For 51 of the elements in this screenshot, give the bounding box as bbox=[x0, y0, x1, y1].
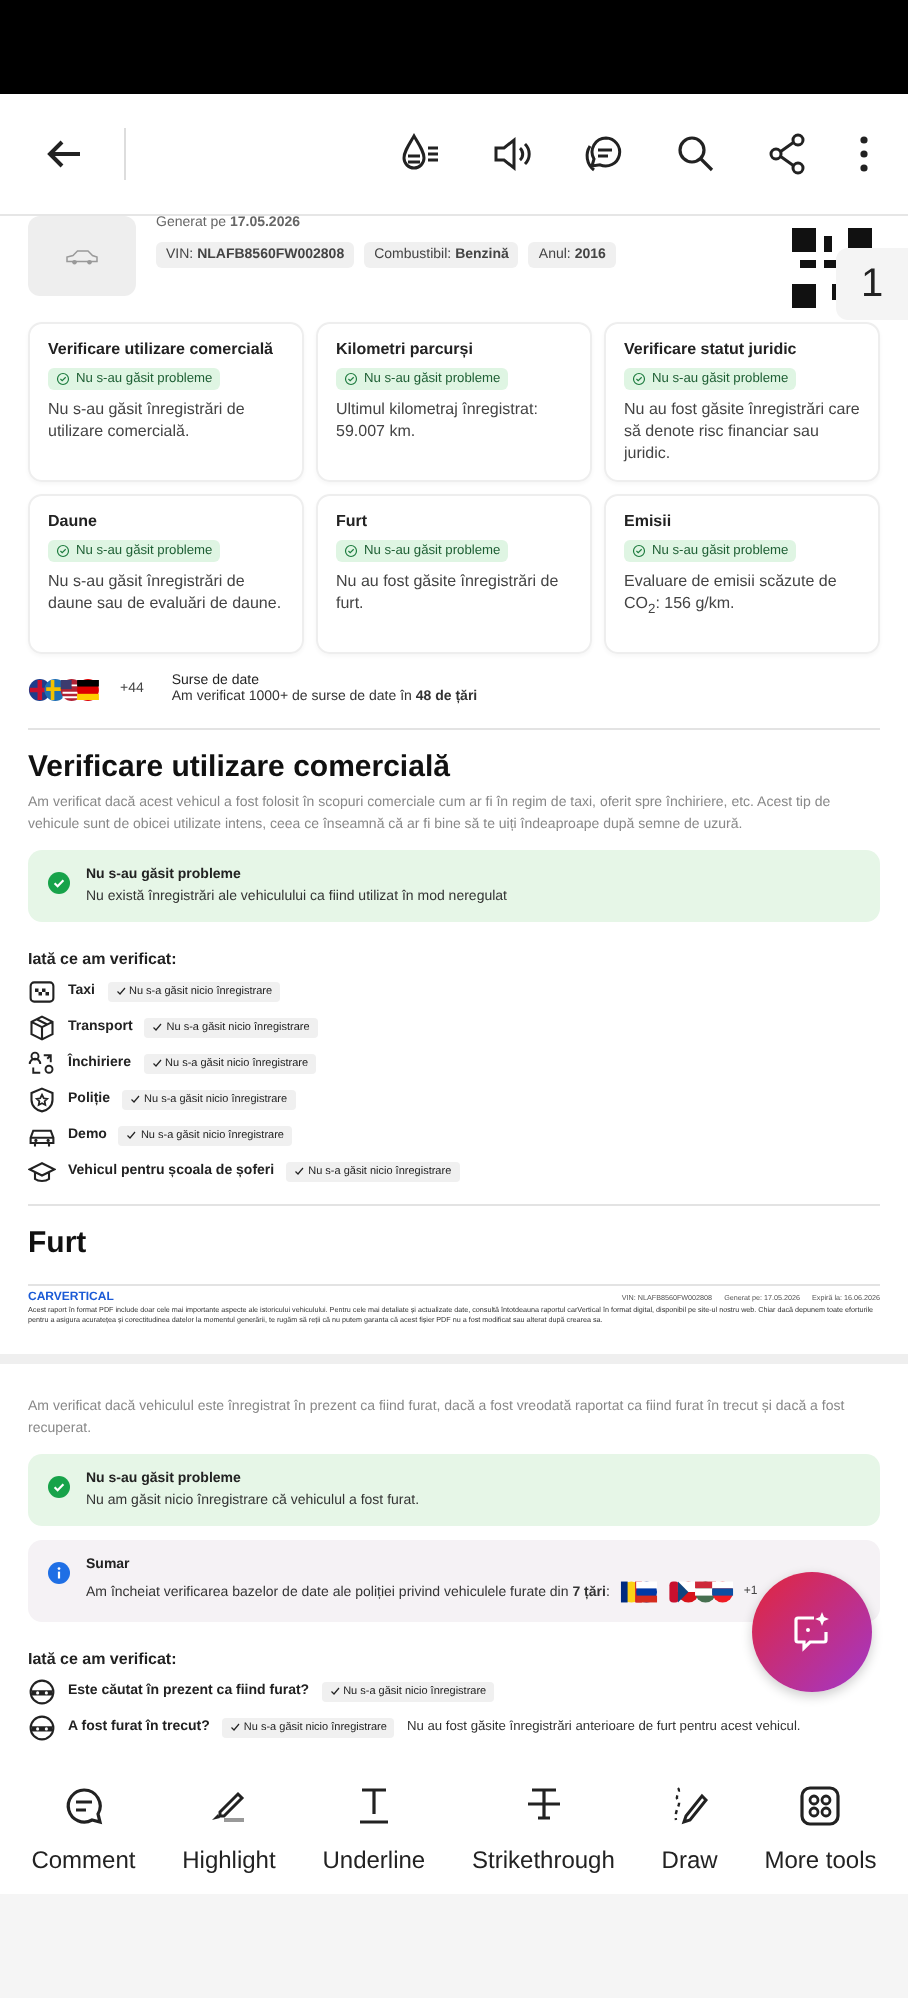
card-title: Verificare statut juridic bbox=[624, 340, 797, 358]
check-icon bbox=[229, 1722, 240, 1733]
check-icon bbox=[329, 1686, 340, 1697]
shield-star-icon bbox=[28, 1085, 56, 1114]
box-icon bbox=[28, 1013, 56, 1042]
taxi-sign-icon bbox=[28, 977, 56, 1006]
car-icon bbox=[64, 247, 100, 265]
card-text: Evaluare de emisii scăzute de CO$_{2}$: 156 g/km. bbox=[624, 572, 839, 620]
masked-face-icon bbox=[28, 1677, 56, 1706]
check-icon bbox=[115, 986, 125, 997]
tool-button[interactable]: Draw bbox=[661, 1781, 718, 1873]
info-icon bbox=[48, 1562, 70, 1585]
check-icon bbox=[130, 1094, 141, 1105]
tool-button[interactable]: Highlight bbox=[182, 1781, 276, 1873]
card-text: Nu s-au găsit înregistrări de utilizare comercială. bbox=[48, 400, 247, 444]
card-title: Daune bbox=[48, 512, 97, 531]
page-number: 1 bbox=[836, 248, 908, 320]
masked-face-icon bbox=[28, 1713, 56, 1742]
check-circle-icon bbox=[344, 372, 358, 386]
check-icon bbox=[151, 1058, 162, 1069]
check-circle-icon bbox=[632, 372, 646, 386]
more-icon[interactable] bbox=[856, 130, 872, 178]
check-circle-icon bbox=[48, 1476, 70, 1499]
graduation-cap-icon bbox=[28, 1157, 56, 1186]
card-text: Nu au fost găsite înregistrări de furt. bbox=[336, 572, 561, 616]
section-title: Furt bbox=[28, 1226, 89, 1261]
check-circle-icon bbox=[56, 372, 70, 386]
tool-button[interactable]: Comment bbox=[31, 1781, 136, 1873]
card-title: Verificare utilizare comercială bbox=[48, 340, 274, 358]
check-circle-icon bbox=[632, 544, 646, 559]
checked-heading: Iată ce am verificat: bbox=[28, 1650, 179, 1669]
grid-icon bbox=[796, 1781, 845, 1829]
card-title: Furt bbox=[336, 512, 368, 531]
flags-drawing bbox=[619, 1580, 734, 1605]
check-circle-icon bbox=[48, 872, 70, 895]
tool-button[interactable]: Strikethrough bbox=[472, 1781, 615, 1873]
check-icon bbox=[294, 1166, 305, 1177]
swap-people-icon bbox=[28, 1049, 56, 1078]
tool-button[interactable]: More tools bbox=[764, 1781, 877, 1873]
card-text: Nu s-au găsit înregistrări de daune sau de evaluări de daune. bbox=[48, 572, 284, 616]
card-text: Nu au fost găsite înregistrări care să denote risc financiar sau juridic. bbox=[624, 400, 862, 465]
card-title: Kilometri parcurși bbox=[336, 340, 473, 358]
check-circle-icon bbox=[56, 544, 70, 559]
card-title: Emisii bbox=[624, 512, 672, 531]
section-title: Verificare utilizare comercială bbox=[28, 750, 452, 785]
tool-button[interactable]: Underline bbox=[322, 1781, 426, 1873]
check-icon bbox=[152, 1022, 163, 1033]
check-circle-icon bbox=[344, 544, 358, 559]
check-icon bbox=[126, 1130, 137, 1141]
card-text: Ultimul kilometraj înregistrat: 59.007 km. bbox=[336, 400, 540, 444]
checked-heading: Iată ce am verificat: bbox=[28, 950, 179, 969]
